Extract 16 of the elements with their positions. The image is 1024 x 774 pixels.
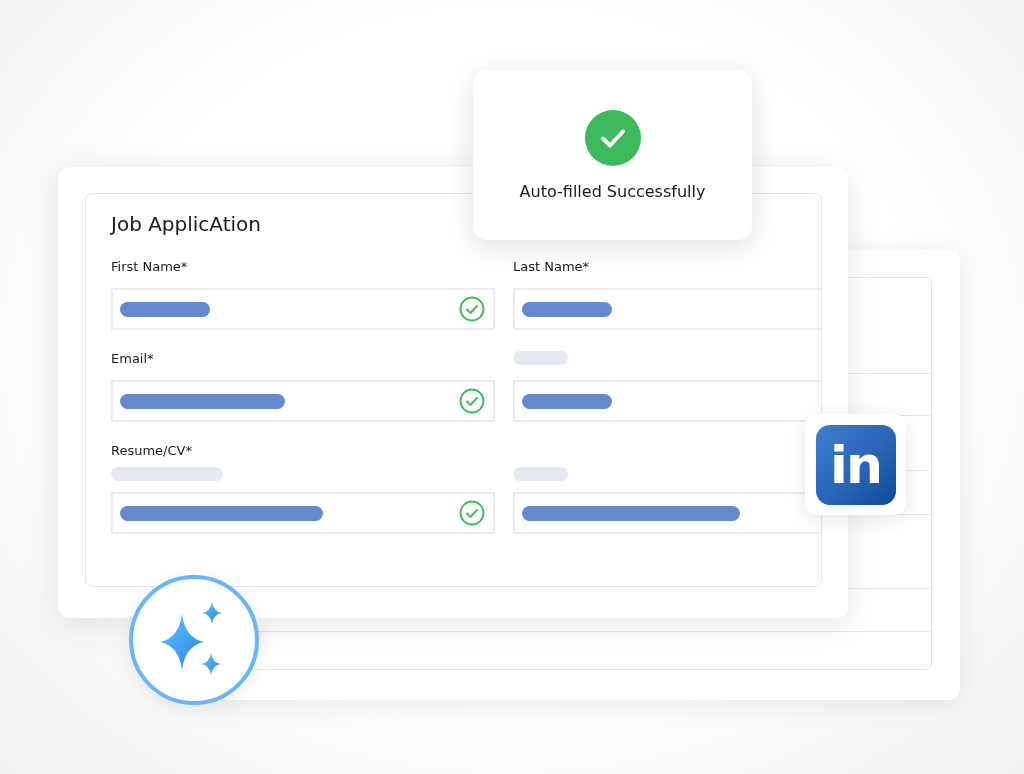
- input-field[interactable]: [513, 492, 821, 534]
- field-label: Resume/CV*: [111, 442, 192, 458]
- input-field[interactable]: [513, 288, 821, 330]
- toast-message: Auto-filled Successfully: [519, 181, 706, 201]
- check-circle-icon: [459, 388, 485, 414]
- input-field[interactable]: [111, 288, 495, 330]
- field-label: Email*: [111, 350, 154, 366]
- brand-logo: in: [815, 424, 896, 505]
- check-circle-icon: [459, 296, 485, 322]
- input-field[interactable]: [111, 380, 495, 422]
- check-circle-icon: [459, 500, 485, 526]
- form-title: Job ApplicAtion: [111, 212, 261, 236]
- input-field[interactable]: [513, 380, 821, 422]
- field-label: First Name*: [111, 258, 188, 274]
- input-field[interactable]: [111, 492, 495, 534]
- field-label: Last Name*: [513, 258, 590, 274]
